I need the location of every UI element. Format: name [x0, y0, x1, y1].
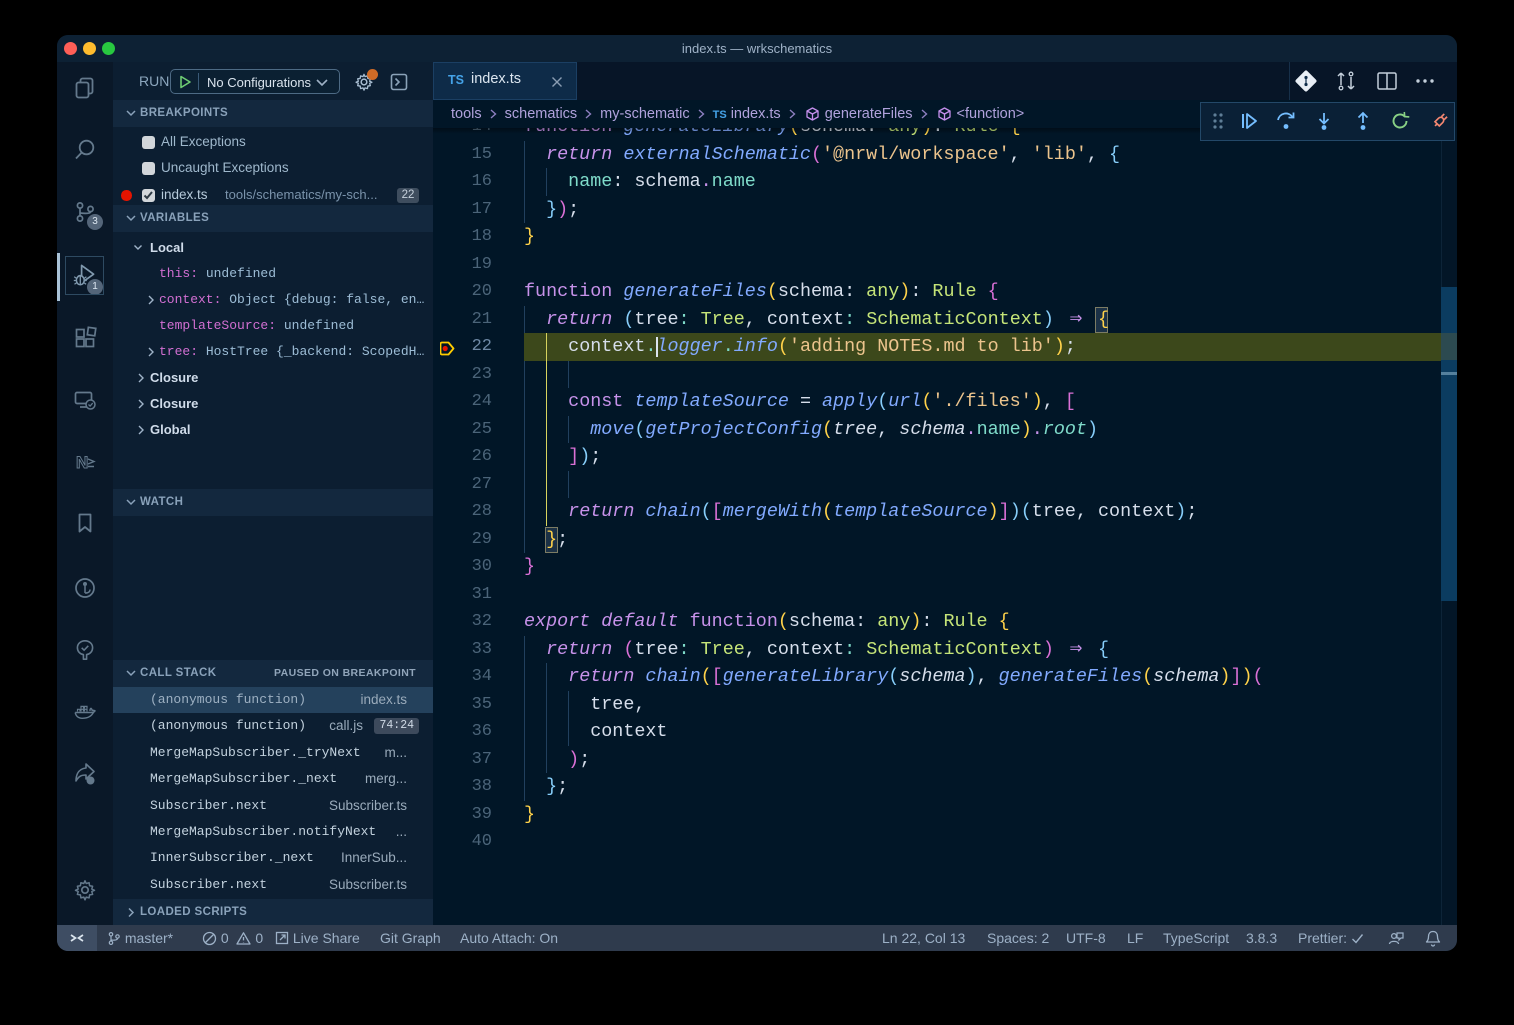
svg-text:N: N: [76, 453, 88, 472]
